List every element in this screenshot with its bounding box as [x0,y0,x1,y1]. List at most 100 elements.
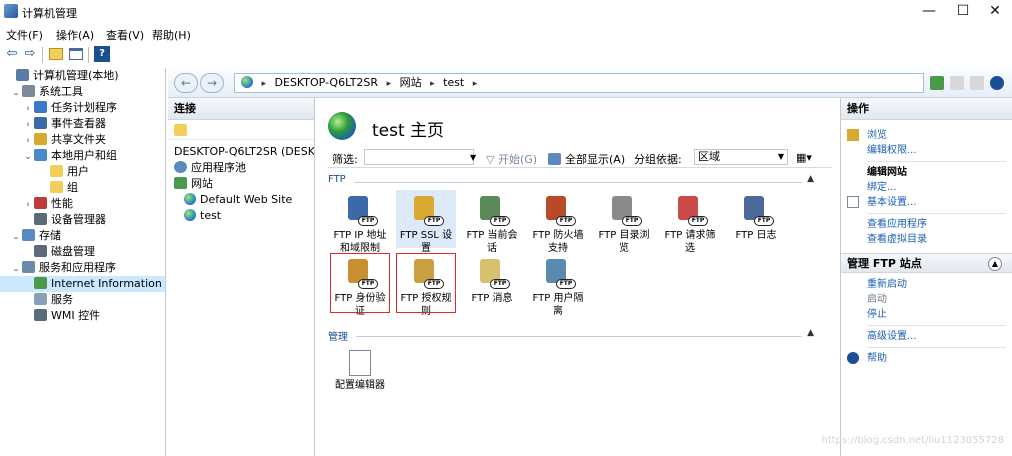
conn-sites[interactable]: 网站 [168,176,314,192]
connections-header: 连接 [168,98,314,120]
tree-item[interactable]: 服务 [0,292,165,308]
menu-action[interactable]: 操作(A) [56,27,94,43]
action-bindings[interactable]: 绑定... [841,180,1012,195]
feature-ftp-10[interactable]: FTP FTP 用户隔离 [528,253,588,317]
breadcrumb-sites[interactable]: 网站 [400,76,422,89]
tree-node-icon [34,245,47,257]
stop-icon[interactable] [950,76,964,90]
chevron-right-icon[interactable]: › [22,117,34,132]
browse-icon [847,129,859,141]
menu-view[interactable]: 查看(V) [106,27,144,43]
chevron-down-icon[interactable]: ⌄ [10,229,22,244]
tree-item[interactable]: › 任务计划程序 [0,100,165,116]
feature-ftp-4[interactable]: FTP FTP 目录浏览 [594,190,654,254]
tree-item[interactable]: 计算机管理(本地) [0,68,165,84]
conn-default-web-site[interactable]: Default Web Site [168,192,314,208]
chevron-right-icon[interactable]: › [22,133,34,148]
action-start[interactable]: 启动 [841,292,1012,307]
divider [867,325,1006,326]
back-button[interactable]: ⇦ [4,46,20,62]
tree-item[interactable]: › 共享文件夹 [0,132,165,148]
tree-item[interactable]: WMI 控件 [0,308,165,324]
tree-node-icon [34,117,47,129]
tree-item[interactable]: ⌄ 系统工具 [0,84,165,100]
title-bar: 计算机管理 — ☐ ✕ [0,0,1012,24]
tree-item[interactable]: ⌄ 存储 [0,228,165,244]
tree-item[interactable]: 磁盘管理 [0,244,165,260]
refresh-icon[interactable] [930,76,944,90]
manage-ftp-site-header[interactable]: 管理 FTP 站点 ▲ [841,253,1012,273]
go-button[interactable]: ▽ 开始(G) [486,151,537,167]
feature-ftp-5[interactable]: FTP FTP 请求筛选 [660,190,720,254]
feature-ftp-9[interactable]: FTP FTP 消息 [462,253,522,313]
tree-item[interactable]: › 事件查看器 [0,116,165,132]
toolbar-divider [88,47,89,63]
breadcrumb-test[interactable]: test [443,76,464,89]
collapse-icon[interactable]: ▲ [807,174,814,184]
chevron-right-icon[interactable]: › [22,197,34,212]
conn-test-site[interactable]: test [168,208,314,224]
chevron-down-icon[interactable]: ▼ [470,153,476,162]
up-folder-icon[interactable] [48,46,64,62]
action-restart[interactable]: 重新启动 [841,277,1012,292]
action-view-applications[interactable]: 查看应用程序 [841,217,1012,232]
feature-ftp-3[interactable]: FTP FTP 防火墙 支持 [528,190,588,254]
conn-default-web-site-label: Default Web Site [200,193,293,206]
feature-ftp-0[interactable]: FTP FTP IP 地址 和域限制 [330,190,390,254]
filter-bar: 筛选: ▼ ▽ 开始(G) 全部显示(A) 分组依据: 区域 ▼ ▦▾ [328,146,832,168]
tree-item[interactable]: 设备管理器 [0,212,165,228]
collapse-icon[interactable]: ▲ [807,328,814,338]
action-basic-settings[interactable]: 基本设置... [841,195,1012,210]
conn-app-pools[interactable]: 应用程序池 [168,160,314,176]
breadcrumb-server[interactable]: DESKTOP-Q6LT2SR [275,76,379,89]
chevron-down-icon[interactable]: ⌄ [10,261,22,276]
show-all-button[interactable]: 全部显示(A) [548,151,625,167]
feature-ftp-7[interactable]: FTP FTP 身份验证 [330,253,390,317]
collapse-icon[interactable]: ▲ [988,257,1002,271]
tree-item-label: 组 [67,181,78,194]
menu-help[interactable]: 帮助(H) [152,27,191,43]
tree-item[interactable]: › 性能 [0,196,165,212]
tree-item[interactable]: 用户 [0,164,165,180]
action-edit-permissions[interactable]: 编辑权限... [841,143,1012,158]
forward-button[interactable]: ⇨ [22,46,38,62]
feature-ftp-8[interactable]: FTP FTP 授权规则 [396,253,456,317]
action-stop[interactable]: 停止 [841,307,1012,322]
nav-back-button[interactable]: ← [174,73,198,93]
ftp-feature-icon: FTP [476,194,510,226]
help-icon[interactable]: ? [94,46,110,62]
connections-panel: 连接 DESKTOP-Q6LT2SR (DESKT 应用程序池 网站 Defau… [168,98,315,456]
group-ftp-header[interactable]: FTP ▲ [328,174,818,190]
filter-input[interactable] [364,149,474,165]
action-view-virtual-directories[interactable]: 查看虚拟目录 [841,232,1012,247]
tree-item[interactable]: ⌄ 服务和应用程序 [0,260,165,276]
action-help[interactable]: 帮助 [841,351,1012,366]
help-icon[interactable] [990,76,1004,90]
action-advanced-settings[interactable]: 高级设置... [841,329,1012,344]
ftp-feature-icon: FTP [542,194,576,226]
view-mode-icon[interactable]: ▦▾ [796,151,812,164]
tree-item[interactable]: 组 [0,180,165,196]
nav-forward-button[interactable]: → [200,73,224,93]
minimize-button[interactable]: — [912,0,946,24]
tree-item[interactable]: ⌄ 本地用户和组 [0,148,165,164]
feature-ftp-6[interactable]: FTP FTP 日志 [726,190,786,248]
chevron-right-icon[interactable]: › [22,101,34,116]
close-button[interactable]: ✕ [978,0,1012,24]
breadcrumb[interactable]: ▸ DESKTOP-Q6LT2SR ▸ 网站 ▸ test ▸ [234,73,924,93]
chevron-down-icon[interactable]: ⌄ [22,149,34,164]
conn-server[interactable]: DESKTOP-Q6LT2SR (DESKT [168,144,314,160]
menu-file[interactable]: 文件(F) [6,27,43,43]
chevron-down-icon[interactable]: ⌄ [10,85,22,100]
group-by-select[interactable]: 区域 ▼ [694,149,788,165]
group-manage-header[interactable]: 管理 ▲ [328,328,818,344]
tree-item[interactable]: Internet Information S [0,276,165,292]
maximize-button[interactable]: ☐ [946,0,980,24]
feature-config-editor[interactable]: 配置编辑器 [330,346,390,392]
home-icon[interactable] [970,76,984,90]
feature-ftp-2[interactable]: FTP FTP 当前会话 [462,190,522,254]
action-browse[interactable]: 浏览 [841,128,1012,143]
start-page-icon[interactable] [174,124,187,136]
feature-ftp-1[interactable]: FTP FTP SSL 设置 [396,190,456,254]
show-hide-tree-icon[interactable] [68,46,84,62]
